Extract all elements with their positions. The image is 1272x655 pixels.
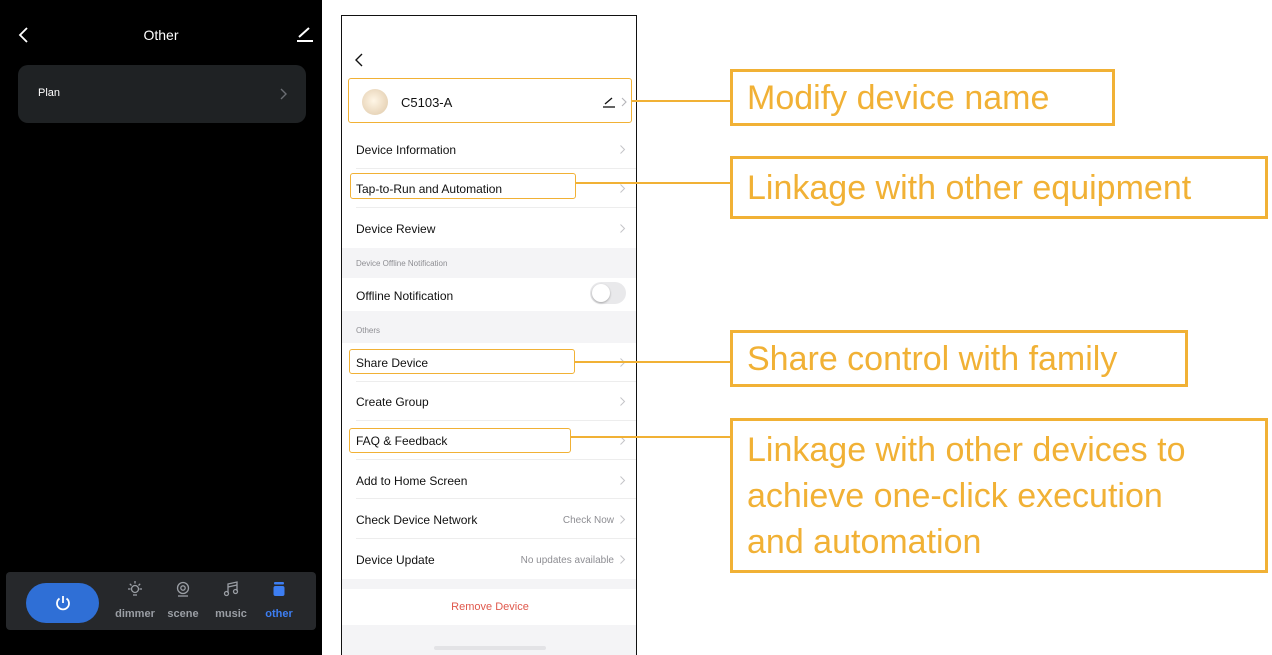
power-icon bbox=[55, 596, 70, 611]
chevron-right-icon bbox=[620, 515, 626, 524]
tab-scene-label: scene bbox=[167, 608, 199, 620]
callout-share-control: Share control with family bbox=[730, 330, 1188, 387]
row-label: Device Information bbox=[356, 143, 457, 157]
callout-text-line: Linkage with other devices to bbox=[747, 431, 1186, 469]
section-header-offline: Device Offline Notification bbox=[356, 259, 448, 268]
row-label: Add to Home Screen bbox=[356, 474, 468, 488]
home-indicator bbox=[434, 646, 546, 650]
remove-device-button[interactable]: Remove Device bbox=[342, 589, 636, 625]
row-check-device-network[interactable]: Check Device Network Check Now bbox=[342, 499, 636, 539]
callout-text: Modify device name bbox=[747, 79, 1050, 117]
lightbulb-icon bbox=[128, 581, 142, 596]
tab-other[interactable]: other bbox=[254, 578, 304, 624]
chevron-right-icon bbox=[620, 224, 626, 233]
row-device-information[interactable]: Device Information bbox=[342, 130, 636, 169]
callout-modify-device-name: Modify device name bbox=[730, 69, 1115, 126]
callout-text-line: achieve one-click execution bbox=[747, 477, 1163, 515]
connector-line bbox=[632, 100, 730, 102]
row-create-group[interactable]: Create Group bbox=[342, 382, 636, 421]
tab-dimmer[interactable]: dimmer bbox=[110, 578, 160, 624]
callout-text: Linkage with other equipment bbox=[747, 169, 1192, 207]
power-button[interactable] bbox=[26, 583, 99, 623]
chevron-right-icon bbox=[620, 358, 626, 367]
edit-pencil-icon[interactable] bbox=[294, 24, 316, 44]
row-label: Check Device Network bbox=[356, 513, 478, 527]
chevron-right-icon bbox=[280, 88, 287, 100]
tab-scene[interactable]: scene bbox=[158, 578, 208, 624]
connector-line bbox=[575, 361, 730, 363]
plan-item[interactable]: Plan bbox=[18, 65, 306, 123]
row-offline-notification: Offline Notification bbox=[342, 278, 636, 311]
page-title: Other bbox=[143, 27, 179, 43]
row-label: Device Update bbox=[356, 553, 435, 567]
row-label: Device Review bbox=[356, 222, 436, 236]
bottom-control-bar: dimmer scene music other bbox=[6, 572, 316, 630]
chevron-right-icon bbox=[620, 555, 626, 564]
callout-text: Share control with family bbox=[747, 340, 1118, 378]
tab-music[interactable]: music bbox=[206, 578, 256, 624]
dark-phone-screen: Other Plan dimmer scene music other bbox=[0, 0, 322, 655]
callout-linkage-devices: Linkage with other devices to achieve on… bbox=[730, 418, 1268, 573]
section-header-others: Others bbox=[356, 326, 381, 335]
back-arrow-icon[interactable] bbox=[352, 51, 366, 69]
remove-device-label: Remove Device bbox=[451, 601, 529, 613]
highlight-share-device bbox=[349, 349, 575, 374]
row-value: No updates available bbox=[520, 555, 614, 566]
toggle-knob bbox=[592, 284, 610, 302]
row-label: Create Group bbox=[356, 395, 429, 409]
row-add-to-home-screen[interactable]: Add to Home Screen bbox=[342, 460, 636, 499]
music-icon bbox=[223, 581, 239, 597]
row-value: Check Now bbox=[562, 515, 614, 526]
tab-dimmer-label: dimmer bbox=[115, 608, 155, 620]
plan-label: Plan bbox=[38, 87, 61, 99]
chevron-right-icon bbox=[620, 184, 626, 193]
highlight-faq-feedback bbox=[349, 428, 571, 453]
row-device-update[interactable]: Device Update No updates available bbox=[342, 539, 636, 579]
tab-other-label: other bbox=[265, 608, 293, 620]
callout-text-line: and automation bbox=[747, 523, 982, 561]
row-label: Offline Notification bbox=[356, 289, 454, 303]
highlight-device-name bbox=[348, 78, 632, 123]
other-icon bbox=[273, 582, 285, 596]
chevron-right-icon bbox=[620, 397, 626, 406]
chevron-right-icon bbox=[620, 476, 626, 485]
highlight-tap-to-run bbox=[350, 173, 576, 199]
scene-icon bbox=[176, 581, 190, 597]
callout-linkage-equipment: Linkage with other equipment bbox=[730, 156, 1268, 219]
connector-line bbox=[576, 182, 730, 184]
connector-line bbox=[571, 436, 730, 438]
tab-music-label: music bbox=[215, 608, 247, 620]
chevron-right-icon bbox=[620, 145, 626, 154]
offline-notification-toggle[interactable] bbox=[590, 282, 626, 304]
row-device-review[interactable]: Device Review bbox=[342, 208, 636, 248]
